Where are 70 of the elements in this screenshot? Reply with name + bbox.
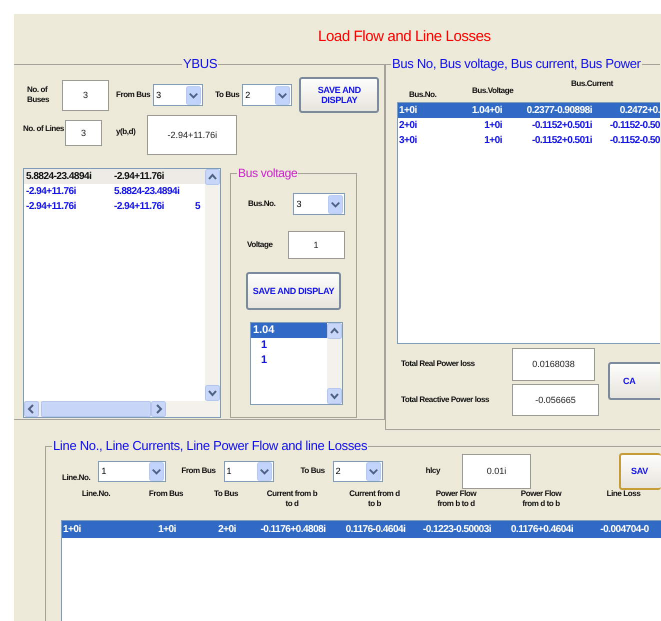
column-header: Bus.No.	[409, 90, 436, 100]
admittance-field[interactable]: -2.94+11.76i	[147, 115, 238, 155]
from-bus-dropdown[interactable]: 1	[224, 460, 274, 482]
field-label: Bus.No.	[248, 199, 276, 209]
list-item[interactable]: 5.8824-23.4894i -2.94+11.76i	[24, 169, 205, 184]
field-label: hlcy	[426, 466, 440, 476]
field-label: To Bus	[215, 90, 240, 100]
list-item[interactable]: 1	[251, 353, 327, 368]
field-label: To Bus	[300, 466, 325, 476]
field-label: y(b,d)	[116, 127, 136, 137]
save-button[interactable]: SAV	[619, 452, 661, 490]
list-item[interactable]: 1+0i 1.04+0i 0.2377-0.90898i 0.2472+0.	[398, 103, 660, 118]
vertical-scrollbar[interactable]	[327, 323, 342, 404]
field-label: No. of Buses	[27, 85, 50, 105]
list-item[interactable]: 1.04	[251, 323, 327, 338]
scroll-down-icon[interactable]	[327, 388, 342, 404]
list-item[interactable]: 1+0i 1+0i 2+0i -0.1176+0.4808i 0.1176-0.4604i -0.1223-0.50003i 0.1176+0.4604i -0.004704-0	[62, 521, 661, 538]
save-and-display-button[interactable]: SAVE AND DISPLAY	[246, 272, 341, 310]
column-header: Line Loss	[606, 489, 642, 499]
field-label: From Bus	[116, 90, 150, 100]
ybus-listbox[interactable]: 5.8824-23.4894i -2.94+11.76i -2.94+11.76i 5.8824-23.4894i -2.94+11.76i -2.94+11.76i 5	[23, 168, 221, 418]
bus-listbox[interactable]: 1+0i 1.04+0i 0.2377-0.90898i 0.2472+0. 2+0i 1+0i -0.1152+0.501i -0.1152-0.50 3+0i 1+0i -0.1152+0.501i -0.1152-0.50	[397, 102, 660, 344]
calculate-button[interactable]: CA	[608, 362, 660, 400]
from-bus-dropdown[interactable]: 3	[153, 84, 204, 106]
bus-number-dropdown[interactable]: 3	[293, 193, 346, 215]
field-label: From Bus	[181, 466, 216, 476]
list-item[interactable]: 1	[251, 338, 327, 353]
reactive-power-loss-field[interactable]: -0.056665	[512, 384, 599, 416]
save-and-display-button[interactable]: SAVE AND DISPLAY	[299, 77, 380, 113]
to-bus-dropdown[interactable]: 2	[332, 460, 383, 482]
list-item[interactable]: -2.94+11.76i -2.94+11.76i 5	[24, 199, 205, 214]
horizontal-scrollbar[interactable]	[24, 401, 220, 417]
scroll-up-icon[interactable]	[327, 323, 342, 339]
panel-title: YBUS	[182, 57, 218, 71]
field-label: Total Real Power loss	[401, 359, 476, 369]
scroll-thumb[interactable]	[41, 401, 151, 417]
field-label: Voltage	[247, 240, 273, 250]
to-bus-dropdown[interactable]: 2	[242, 84, 292, 106]
buses-field[interactable]: 3	[62, 80, 109, 110]
field-label: Total Reactive Power loss	[401, 395, 490, 405]
lines-field[interactable]: 3	[64, 120, 102, 146]
field-label: No. of Lines	[23, 124, 64, 134]
line-number-dropdown[interactable]: 1	[98, 460, 166, 482]
panel-title: Line No., Line Currents, Line Power Flow and line Losses	[52, 439, 368, 453]
list-item[interactable]: 3+0i 1+0i -0.1152+0.501i -0.1152-0.50	[398, 133, 660, 148]
scroll-down-icon[interactable]	[205, 385, 220, 401]
list-item[interactable]: -2.94+11.76i 5.8824-23.4894i	[24, 184, 205, 199]
column-header: Bus.Voltage	[472, 86, 514, 96]
scroll-up-icon[interactable]	[205, 169, 220, 185]
column-header: Current from d to b	[348, 489, 401, 509]
voltage-field[interactable]: 1	[288, 231, 345, 259]
column-header: Power Flow from d to b	[520, 489, 562, 509]
column-header: Line.No.	[80, 489, 112, 499]
column-header: Power Flow from b to d	[434, 489, 478, 509]
hlcy-field[interactable]: 0.01i	[462, 454, 532, 488]
column-header: Bus.Current	[571, 79, 613, 89]
panel-title: Bus No, Bus voltage, Bus current, Bus Power	[391, 57, 642, 71]
field-label: Line.No.	[62, 473, 90, 483]
column-header: To Bus	[212, 489, 240, 499]
column-header: From Bus	[148, 489, 184, 499]
line-listbox[interactable]: 1+0i 1+0i 2+0i -0.1176+0.4808i 0.1176-0.4604i -0.1223-0.50003i 0.1176+0.4604i -0.004704-0	[61, 520, 661, 621]
scroll-right-icon[interactable]	[151, 401, 166, 417]
list-item[interactable]: 2+0i 1+0i -0.1152+0.501i -0.1152-0.50	[398, 118, 660, 133]
scroll-left-icon[interactable]	[24, 401, 39, 417]
vertical-scrollbar[interactable]	[205, 169, 220, 401]
voltage-listbox[interactable]: 1.04 1 1	[250, 322, 343, 405]
column-header: Current from b to d	[266, 489, 318, 509]
app-title: Load Flow and Line Losses	[318, 28, 491, 45]
real-power-loss-field[interactable]: 0.0168038	[512, 348, 595, 380]
panel-title: Bus voltage	[237, 166, 298, 180]
